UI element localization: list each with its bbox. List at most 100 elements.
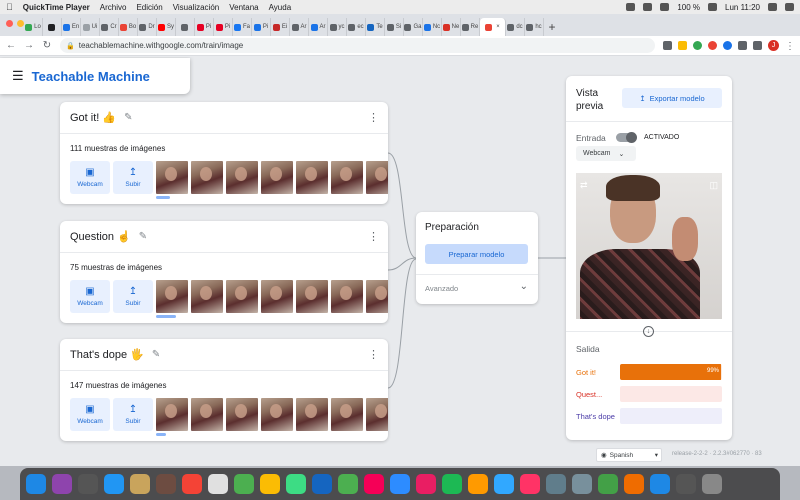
dock-app-icon[interactable] — [78, 474, 98, 494]
sample-thumbnail[interactable] — [366, 280, 388, 313]
tab-active[interactable]: × — [480, 18, 506, 36]
sample-thumbnail[interactable] — [296, 161, 328, 194]
lock-icon[interactable]: 🔒 — [66, 42, 75, 50]
reload-icon[interactable]: ↻ — [42, 40, 52, 51]
export-model-button[interactable]: ↥ Exportar modelo — [622, 88, 722, 108]
browser-tab[interactable]: Re — [461, 18, 480, 36]
url-text[interactable]: teachablemachine.withgoogle.com/train/im… — [79, 41, 244, 50]
wifi-icon[interactable] — [660, 3, 670, 11]
browser-tab[interactable]: Te — [366, 18, 385, 36]
browser-tab[interactable] — [176, 18, 195, 36]
puzzle-icon[interactable] — [738, 41, 747, 50]
browser-tab[interactable]: En — [62, 18, 81, 36]
menu-dots-icon[interactable]: ⋮ — [785, 41, 795, 52]
browser-tab[interactable]: Si — [385, 18, 404, 36]
camera-icon[interactable] — [663, 41, 672, 50]
dock-app-icon[interactable] — [572, 474, 592, 494]
upload-button[interactable]: ↥ Subir — [113, 161, 153, 194]
browser-tab[interactable]: Ga — [404, 18, 423, 36]
upload-button[interactable]: ↥ Subir — [113, 280, 153, 313]
sample-thumbnail[interactable] — [331, 161, 363, 194]
apple-icon[interactable]:  — [6, 2, 13, 12]
thumbnail-scrollbar[interactable] — [156, 196, 170, 199]
sample-thumbnail[interactable] — [261, 161, 293, 194]
grammarly-icon[interactable] — [693, 41, 702, 50]
more-options-icon[interactable]: ⋮ — [368, 111, 379, 124]
dock-app-icon[interactable] — [26, 474, 46, 494]
star-icon[interactable] — [678, 41, 687, 50]
advanced-toggle[interactable]: Avanzado — [425, 284, 458, 293]
sample-thumbnail[interactable] — [296, 398, 328, 431]
browser-tab[interactable]: ec — [347, 18, 366, 36]
input-toggle[interactable] — [616, 132, 637, 143]
dock-app-icon[interactable] — [364, 474, 384, 494]
browser-tab[interactable]: Bo — [119, 18, 138, 36]
browser-tab[interactable]: Dr — [138, 18, 157, 36]
browser-tab[interactable]: Pi — [214, 18, 233, 36]
sample-thumbnail[interactable] — [226, 280, 258, 313]
browser-tab[interactable]: Ei — [271, 18, 290, 36]
browser-tab[interactable]: Ui — [81, 18, 100, 36]
webcam-button[interactable]: ▣ Webcam — [70, 398, 110, 431]
sample-thumbnails[interactable] — [156, 161, 388, 194]
sample-thumbnail[interactable] — [366, 398, 388, 431]
flip-camera-icon[interactable]: ⇄ — [580, 180, 588, 191]
new-tab-icon[interactable]: + — [544, 18, 560, 36]
clock-text[interactable]: Lun 11:20 — [725, 3, 760, 12]
sample-thumbnail[interactable] — [191, 280, 223, 313]
sample-thumbnail[interactable] — [331, 280, 363, 313]
class-name[interactable]: Question ☝ — [70, 230, 131, 243]
dock-app-icon[interactable] — [286, 474, 306, 494]
back-icon[interactable]: ← — [6, 40, 16, 51]
dock-app-icon[interactable] — [104, 474, 124, 494]
browser-tab[interactable]: yc — [328, 18, 347, 36]
battery-icon[interactable] — [708, 3, 717, 11]
browser-tab[interactable]: dc — [506, 18, 525, 36]
menu-visualizacion[interactable]: Visualización — [173, 3, 220, 12]
dock-app-icon[interactable] — [468, 474, 488, 494]
sample-thumbnail[interactable] — [156, 161, 188, 194]
browser-tab[interactable]: Sy — [157, 18, 176, 36]
browser-tab[interactable]: Ne — [442, 18, 461, 36]
webcam-button[interactable]: ▣ Webcam — [70, 280, 110, 313]
dock-app-icon[interactable] — [130, 474, 150, 494]
browser-tab[interactable]: Lo — [24, 18, 43, 36]
dock-app-icon[interactable] — [390, 474, 410, 494]
dock-app-icon[interactable] — [260, 474, 280, 494]
sample-thumbnails[interactable] — [156, 398, 388, 431]
sample-thumbnail[interactable] — [331, 398, 363, 431]
profile-avatar[interactable]: J — [768, 40, 779, 51]
dock-app-icon[interactable] — [208, 474, 228, 494]
class-name[interactable]: Got it! 👍 — [70, 111, 116, 124]
browser-tab[interactable]: Pi — [252, 18, 271, 36]
thumbnail-scrollbar[interactable] — [156, 315, 176, 318]
dock-app-icon[interactable] — [520, 474, 540, 494]
menu-archivo[interactable]: Archivo — [100, 3, 127, 12]
dock-app-icon[interactable] — [702, 474, 722, 494]
browser-tab[interactable]: Cr — [100, 18, 119, 36]
source-select[interactable]: Webcam ⌄ — [576, 146, 636, 161]
sample-thumbnail[interactable] — [261, 280, 293, 313]
upload-button[interactable]: ↥ Subir — [113, 398, 153, 431]
pencil-icon[interactable]: ✎ — [124, 112, 132, 123]
dock-app-icon[interactable] — [494, 474, 514, 494]
menu-edicion[interactable]: Edición — [136, 3, 162, 12]
dock-app-icon[interactable] — [338, 474, 358, 494]
sample-thumbnail[interactable] — [296, 280, 328, 313]
menu-ventana[interactable]: Ventana — [229, 3, 258, 12]
minimize-window-icon[interactable] — [17, 20, 24, 27]
dock-app-icon[interactable] — [234, 474, 254, 494]
sample-thumbnail[interactable] — [156, 280, 188, 313]
close-tab-icon[interactable]: × — [496, 24, 500, 30]
forward-icon[interactable]: → — [24, 40, 34, 51]
dock-app-icon[interactable] — [624, 474, 644, 494]
thumbnail-scrollbar[interactable] — [156, 433, 166, 436]
dock-app-icon[interactable] — [312, 474, 332, 494]
dropbox-icon[interactable] — [643, 3, 653, 11]
address-bar[interactable]: 🔒 teachablemachine.withgoogle.com/train/… — [60, 38, 655, 53]
sample-thumbnail[interactable] — [261, 398, 293, 431]
dock-app-icon[interactable] — [156, 474, 176, 494]
notification-icon[interactable] — [785, 3, 794, 11]
reading-list-icon[interactable] — [753, 41, 762, 50]
search-icon[interactable] — [768, 3, 777, 11]
